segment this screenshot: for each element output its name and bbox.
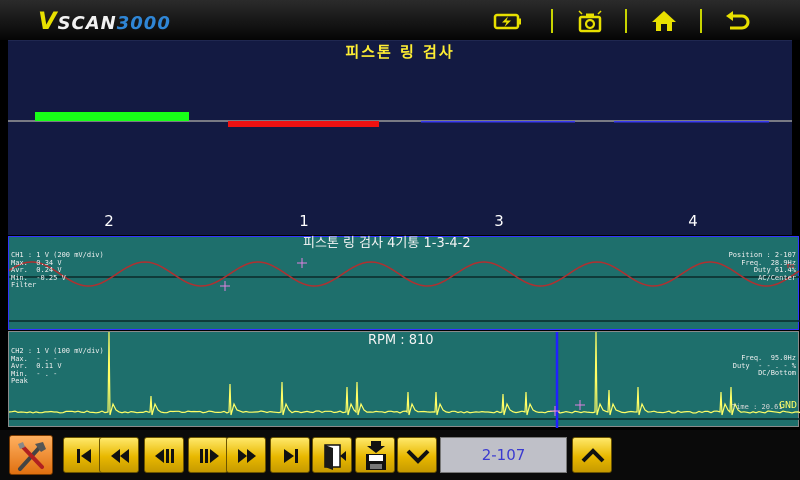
top-bar: VSCAN3000 [0, 0, 800, 40]
cylinder-label: 2 [99, 211, 119, 231]
piston-ring-panel: 피스톤 링 검사 2 1 3 4 [8, 40, 792, 235]
channel-2-right-stats: Freq. 95.0Hz Duty - - . - % DC/Bottom [733, 340, 796, 393]
first-button[interactable] [63, 437, 103, 473]
back-icon[interactable] [722, 8, 754, 34]
channel-2-scope[interactable]: CH2 : 1 V (100 mV/div) Max. - . - Avr. 0.1… [8, 331, 799, 427]
rewind-icon [100, 438, 140, 474]
channel-1-scope[interactable]: CH1 : 1 V (200 mV/div) Max. 0.34 V Avr. 0.… [8, 236, 799, 330]
channel-1-stats: CH1 : 1 V (200 mV/div) Max. 0.34 V Avr. 0.… [11, 237, 104, 305]
time-label: Time : 20.61 [732, 404, 783, 412]
channel-1-waveform [9, 262, 799, 286]
fast-forward-button[interactable] [226, 437, 266, 473]
cylinder-label: 1 [294, 211, 314, 231]
cylinder-bar [421, 121, 575, 123]
tools-button[interactable] [9, 435, 53, 475]
rpm-readout: RPM : 810 [368, 333, 434, 349]
tools-icon [10, 436, 54, 476]
step-back-icon [145, 438, 185, 474]
edge-label: ms [787, 263, 795, 271]
up-button[interactable] [572, 437, 612, 473]
camera-icon[interactable] [574, 8, 606, 34]
page-indicator: 2-107 [440, 437, 567, 473]
channel-1-title: 피스톤 링 검사 4기통 1-3-4-2 [303, 236, 471, 252]
step-forward-button[interactable] [188, 437, 228, 473]
step-back-button[interactable] [144, 437, 184, 473]
fast-forward-icon [227, 438, 267, 474]
save-icon [356, 438, 396, 474]
channel-2-stats: CH2 : 1 V (100 mV/div) Max. - . - Avr. 0.1… [11, 333, 104, 401]
chevron-down-icon [398, 438, 438, 474]
gnd-label: GND [779, 401, 797, 411]
cursor-marker [575, 400, 585, 410]
divider [625, 9, 627, 33]
chevron-up-icon [573, 438, 613, 474]
home-icon[interactable] [648, 8, 680, 34]
cursor-marker [550, 406, 560, 416]
battery-icon[interactable] [492, 8, 524, 34]
exit-button[interactable] [312, 437, 352, 473]
divider [551, 9, 553, 33]
first-icon [64, 438, 104, 474]
save-button[interactable] [355, 437, 395, 473]
cylinder-bar [228, 121, 379, 127]
cylinder-label: 4 [683, 211, 703, 231]
app-logo: VSCAN3000 [38, 9, 171, 33]
cursor-marker [220, 281, 230, 291]
cylinder-bar [35, 112, 189, 121]
bar-graph [8, 41, 792, 235]
cylinder-bar [614, 121, 769, 123]
rewind-button[interactable] [99, 437, 139, 473]
last-button[interactable] [270, 437, 310, 473]
divider [700, 9, 702, 33]
down-button[interactable] [397, 437, 437, 473]
last-icon [271, 438, 311, 474]
step-forward-icon [189, 438, 229, 474]
exit-icon [313, 438, 353, 474]
cylinder-label: 3 [489, 211, 509, 231]
cursor-marker [297, 258, 307, 268]
